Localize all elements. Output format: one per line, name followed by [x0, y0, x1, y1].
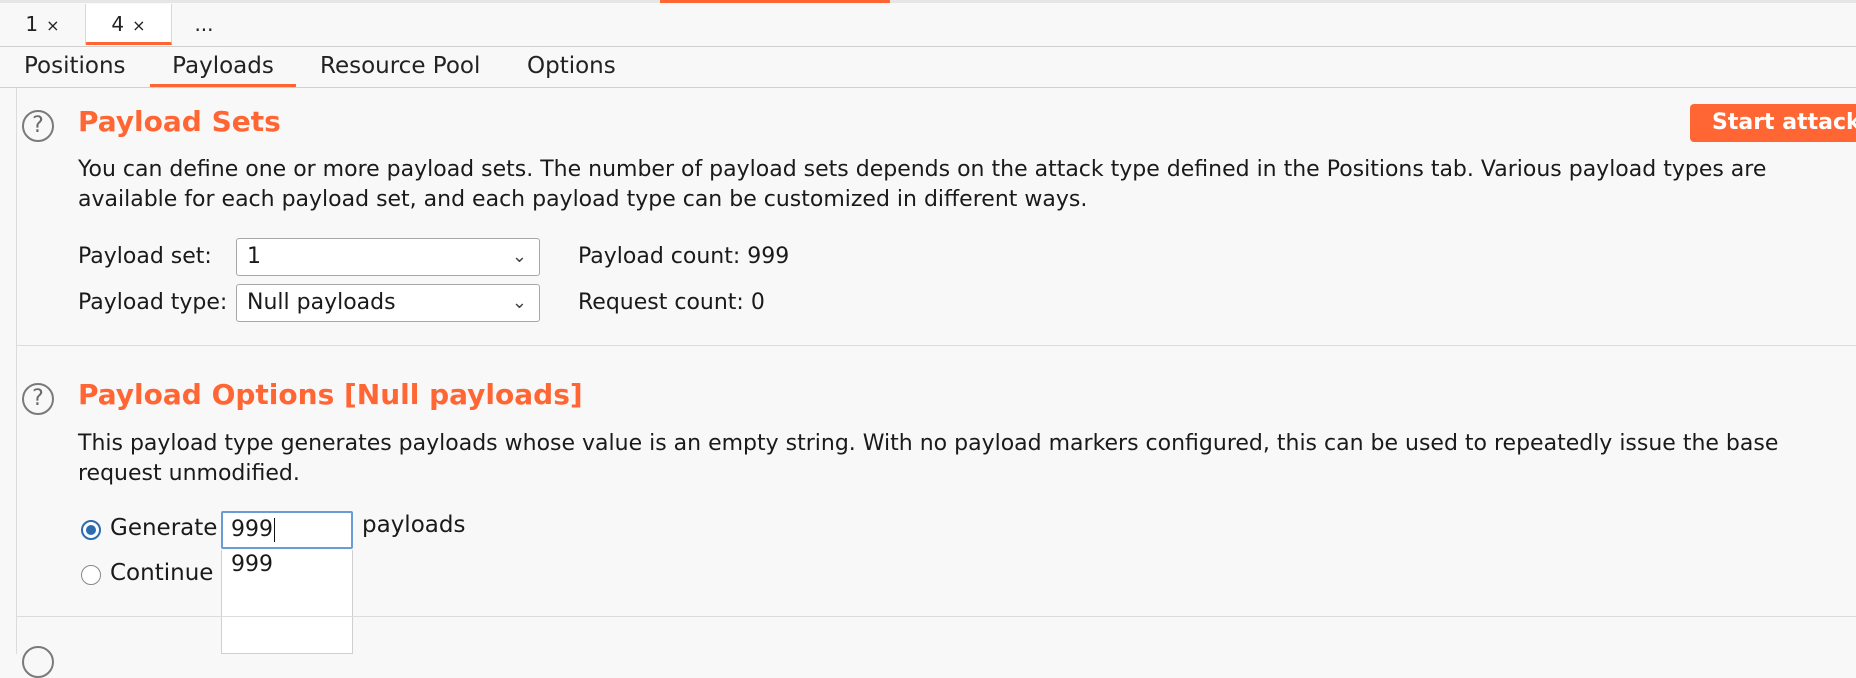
payload-options-description: This payload type generates payloads who…: [78, 431, 1779, 486]
window-top-border: [0, 0, 1856, 3]
payload-sets-description: You can define one or more payload sets.…: [78, 157, 1767, 212]
top-accent-bar: [660, 0, 890, 3]
generate-label[interactable]: Generate: [110, 515, 217, 541]
autocomplete-option[interactable]: 999: [231, 552, 343, 577]
payload-set-value: 1: [247, 244, 261, 269]
tab-payloads[interactable]: Payloads: [150, 47, 296, 87]
new-tab-button[interactable]: ...: [172, 4, 236, 45]
payload-type-label: Payload type:: [78, 290, 228, 315]
request-count: Request count: 0: [578, 290, 765, 315]
help-icon[interactable]: ?: [22, 110, 54, 142]
payload-count: Payload count: 999: [578, 244, 790, 269]
start-attack-button[interactable]: Start attack: [1690, 104, 1856, 142]
payload-options-title: Payload Options [Null payloads]: [78, 378, 583, 411]
tab-positions[interactable]: Positions: [24, 47, 126, 87]
request-tab-1[interactable]: 1 ×: [0, 4, 86, 45]
autocomplete-dropdown: 999: [221, 550, 353, 654]
continue-label[interactable]: Continue i: [110, 560, 227, 586]
generate-count-input[interactable]: 999: [221, 511, 353, 549]
payload-set-select[interactable]: 1 ⌄: [236, 238, 540, 276]
intruder-sub-tabs: Positions Payloads Resource Pool Options: [0, 47, 1856, 88]
request-tab-label: 4: [111, 12, 125, 36]
chevron-down-icon: ⌄: [511, 246, 527, 267]
payload-type-value: Null payloads: [247, 290, 396, 315]
close-icon[interactable]: ×: [46, 16, 59, 35]
request-tab-4[interactable]: 4 ×: [86, 4, 172, 45]
payload-sets-title: Payload Sets: [78, 105, 281, 138]
generate-radio[interactable]: [81, 520, 101, 540]
text-caret: [274, 518, 275, 542]
continue-indefinitely-radio[interactable]: [81, 565, 101, 585]
payload-set-label: Payload set:: [78, 244, 212, 269]
help-icon[interactable]: ?: [22, 383, 54, 415]
more-tabs-label: ...: [194, 12, 214, 36]
section-divider: [17, 616, 1856, 617]
request-tab-label: 1: [25, 12, 39, 36]
close-icon[interactable]: ×: [132, 16, 145, 35]
panel-left-border: [16, 88, 17, 654]
help-icon[interactable]: [22, 646, 54, 678]
payload-type-select[interactable]: Null payloads ⌄: [236, 284, 540, 322]
tab-resource-pool[interactable]: Resource Pool: [320, 47, 480, 87]
generate-count-value: 999: [231, 517, 273, 542]
payloads-suffix-label: payloads: [362, 512, 466, 538]
tab-options[interactable]: Options: [527, 47, 616, 87]
request-tabs-bar: 1 × 4 × ...: [0, 4, 1856, 47]
section-divider: [17, 345, 1856, 346]
chevron-down-icon: ⌄: [511, 292, 527, 313]
